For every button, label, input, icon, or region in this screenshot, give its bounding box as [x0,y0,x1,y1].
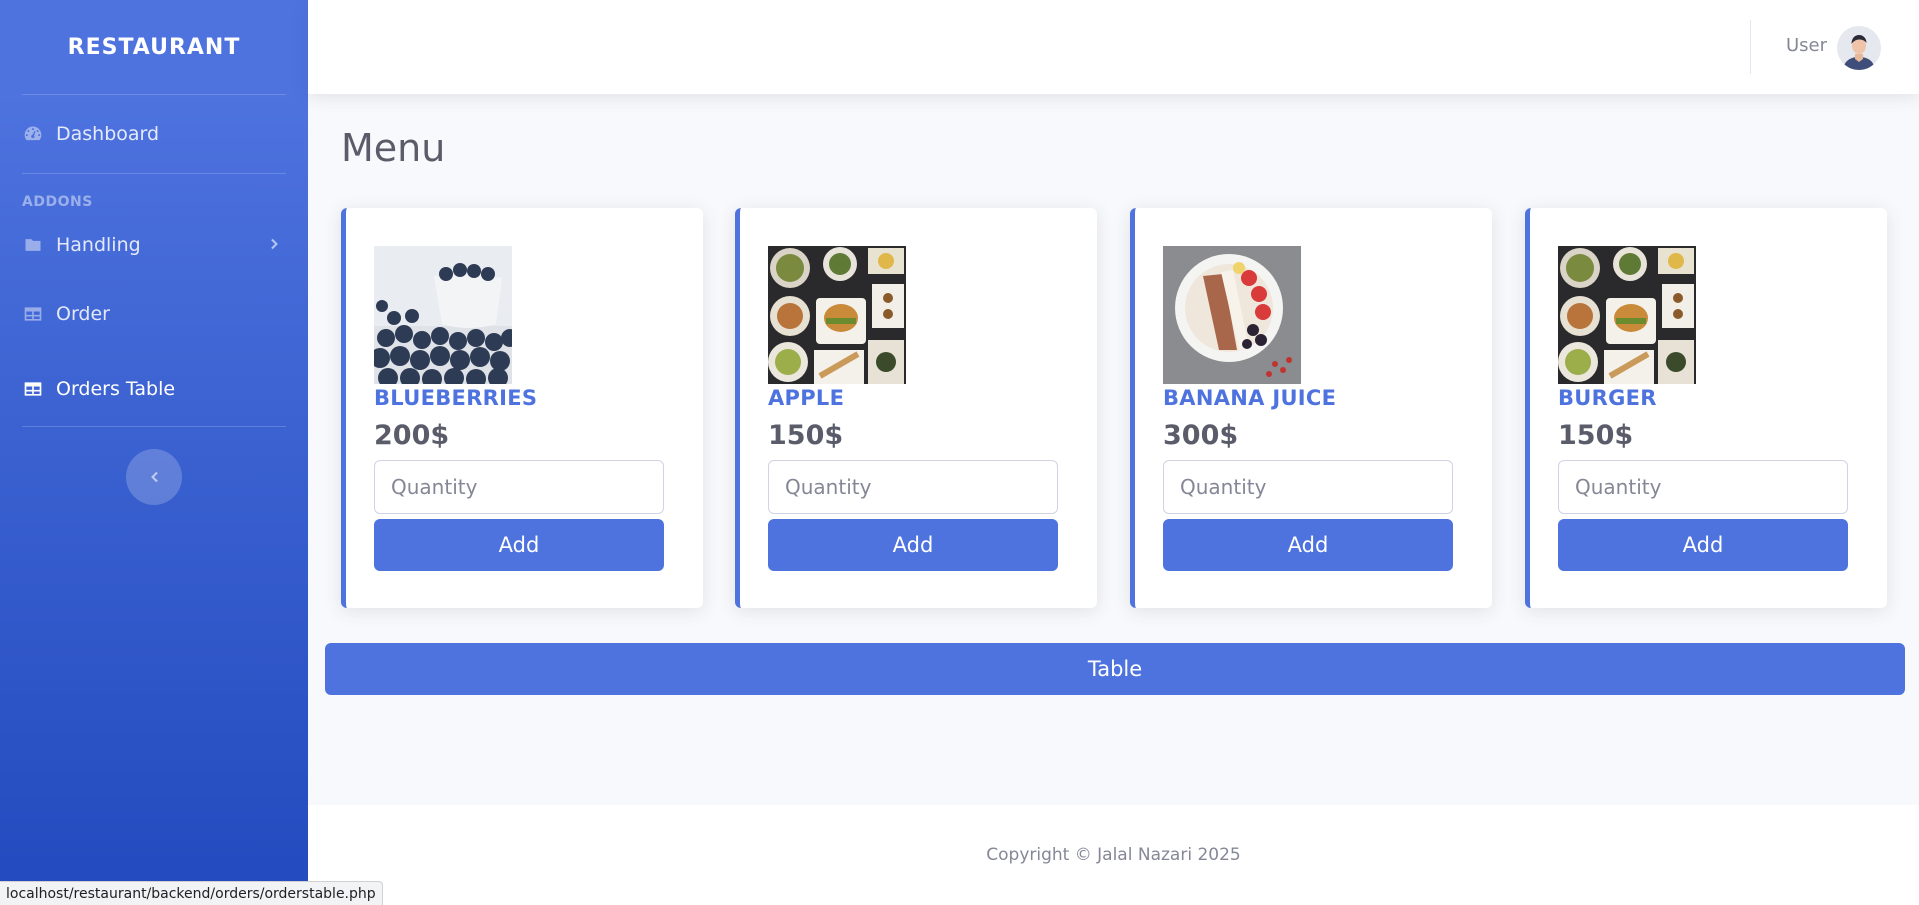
menu-card-blueberries: BLUEBERRIES 200$ Add [341,208,703,608]
topbar-divider [1750,20,1751,74]
item-price: 150$ [768,420,844,451]
item-price: 200$ [374,420,450,451]
item-name: BLUEBERRIES [374,386,538,410]
status-url: localhost/restaurant/backend/orders/orde… [6,885,376,902]
sidebar-item-dashboard[interactable]: Dashboard [0,95,308,173]
copyright-text: Copyright © Jalal Nazari 2025 [986,845,1241,865]
sidebar-item-orders-table[interactable]: Orders Table [0,352,308,426]
sidebar-toggle-button[interactable] [126,449,182,505]
table-icon [22,303,44,325]
add-button[interactable]: Add [1558,519,1848,571]
user-name[interactable]: User [1786,35,1827,56]
quantity-input[interactable] [374,460,664,514]
dashboard-icon [22,123,44,145]
table-icon [22,378,44,400]
item-price: 300$ [1163,420,1239,451]
sidebar-item-label: Orders Table [56,378,176,400]
quantity-input[interactable] [1163,460,1453,514]
item-name: BURGER [1558,386,1657,410]
add-button[interactable]: Add [1163,519,1453,571]
menu-cards: BLUEBERRIES 200$ Add APPLE 150$ Add [341,208,1887,608]
brand-title[interactable]: RESTAURANT [0,0,308,94]
food-image [1558,246,1696,384]
food-image [768,246,906,384]
sidebar-heading-addons: ADDONS [22,194,93,210]
add-button[interactable]: Add [768,519,1058,571]
footer: Copyright © Jalal Nazari 2025 [308,805,1919,905]
quantity-input[interactable] [1558,460,1848,514]
menu-card-apple: APPLE 150$ Add [735,208,1097,608]
sidebar-item-label: Order [56,303,110,325]
page-title: Menu [341,126,446,170]
item-name: APPLE [768,386,845,410]
browser-status-bar: localhost/restaurant/backend/orders/orde… [0,881,383,905]
sidebar: RESTAURANT Dashboard ADDONS Handling Ord… [0,0,308,905]
sidebar-item-label: Dashboard [56,123,160,145]
food-image [1163,246,1301,384]
menu-card-banana-juice: BANANA JUICE 300$ Add [1130,208,1492,608]
add-button[interactable]: Add [374,519,664,571]
item-price: 150$ [1558,420,1634,451]
menu-card-burger: BURGER 150$ Add [1525,208,1887,608]
food-image [374,246,512,384]
sidebar-item-label: Handling [56,234,141,256]
table-button[interactable]: Table [325,643,1905,695]
topbar: User [308,0,1919,94]
sidebar-item-order[interactable]: Order [0,276,308,352]
avatar[interactable] [1837,26,1881,70]
sidebar-divider [22,426,286,427]
sidebar-item-handling[interactable]: Handling [0,214,308,276]
item-name: BANANA JUICE [1163,386,1337,410]
chevron-right-icon [268,234,282,256]
chevron-left-icon [151,471,158,483]
folder-icon [22,234,44,256]
quantity-input[interactable] [768,460,1058,514]
